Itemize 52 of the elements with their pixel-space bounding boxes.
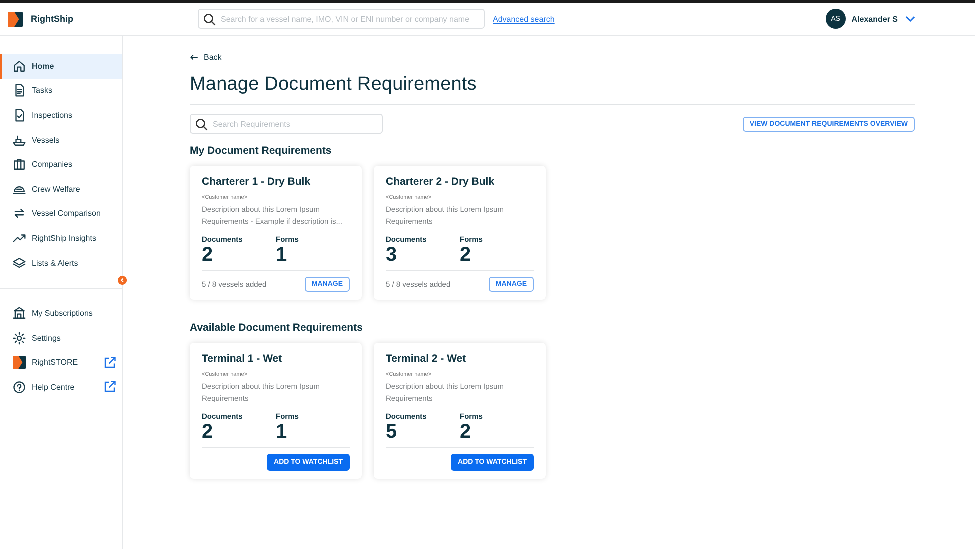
search-icon bbox=[203, 12, 216, 26]
help-icon bbox=[13, 380, 26, 394]
arrow-left-icon bbox=[190, 53, 199, 62]
nav-item[interactable]: Tasks bbox=[0, 78, 122, 104]
layers-icon bbox=[13, 256, 26, 270]
nav-item[interactable]: Settings bbox=[0, 326, 122, 351]
nav-item[interactable]: Vessel Comparison bbox=[0, 202, 122, 226]
stat-value: 2 bbox=[460, 244, 472, 266]
search-field[interactable]: Search Requirements bbox=[190, 114, 383, 134]
back-link[interactable]: Back bbox=[190, 53, 222, 62]
search-icon bbox=[195, 118, 208, 130]
nav-item[interactable]: Help Centre bbox=[0, 375, 122, 400]
stat-value: 2 bbox=[202, 421, 214, 443]
card-title: Charterer 1 - Dry Bulk bbox=[202, 176, 312, 188]
collapse-sidebar-icon bbox=[118, 276, 127, 285]
ship-icon bbox=[13, 134, 26, 147]
card-title: Terminal 2 - Wet bbox=[386, 353, 468, 365]
card-title: Terminal 1 - Wet bbox=[202, 353, 284, 365]
advanced-search-link[interactable]: Advanced search bbox=[493, 14, 555, 24]
nav-item[interactable]: Home bbox=[0, 54, 122, 79]
stat-value: 2 bbox=[460, 421, 472, 443]
swap-arrows-icon bbox=[13, 207, 26, 220]
home-icon bbox=[13, 60, 26, 73]
external-link-icon bbox=[104, 356, 116, 369]
user-name: Alexander S bbox=[852, 14, 898, 24]
page-title: Manage Document Requirements bbox=[190, 74, 478, 96]
stat-value: 1 bbox=[276, 244, 288, 266]
nav-item[interactable]: Inspections bbox=[0, 103, 122, 128]
stat-value: 5 bbox=[386, 421, 398, 443]
search-field[interactable]: Search for a vessel name, IMO, VIN or ENI number or company name bbox=[198, 9, 485, 29]
nav-item[interactable]: RightSTORE bbox=[0, 350, 122, 376]
external-link-icon bbox=[104, 381, 116, 394]
settings-icon bbox=[13, 332, 26, 345]
section-heading: My Document Requirements bbox=[190, 145, 333, 157]
nav-item[interactable]: RightShip Insights bbox=[0, 226, 122, 251]
nav-item[interactable]: Vessels bbox=[0, 128, 122, 152]
stat-value: 2 bbox=[202, 244, 214, 266]
nav-item[interactable]: Lists & Alerts bbox=[0, 250, 122, 276]
trend-up-icon bbox=[13, 232, 26, 245]
logo-icon bbox=[13, 356, 26, 370]
nav-item[interactable]: Companies bbox=[0, 152, 122, 177]
nav-item[interactable]: My Subscriptions bbox=[0, 301, 122, 326]
card-title: Charterer 2 - Dry Bulk bbox=[386, 176, 496, 188]
logo-icon bbox=[8, 12, 23, 26]
stat-value: 3 bbox=[386, 244, 398, 266]
document-icon bbox=[13, 84, 26, 98]
checked-document-icon bbox=[13, 108, 26, 122]
brand-name: RightShip bbox=[31, 14, 74, 24]
building-icon bbox=[13, 158, 26, 172]
nav-item[interactable]: Crew Welfare bbox=[0, 176, 122, 202]
stat-value: 1 bbox=[276, 421, 288, 443]
section-heading: Available Document Requirements bbox=[190, 322, 364, 334]
